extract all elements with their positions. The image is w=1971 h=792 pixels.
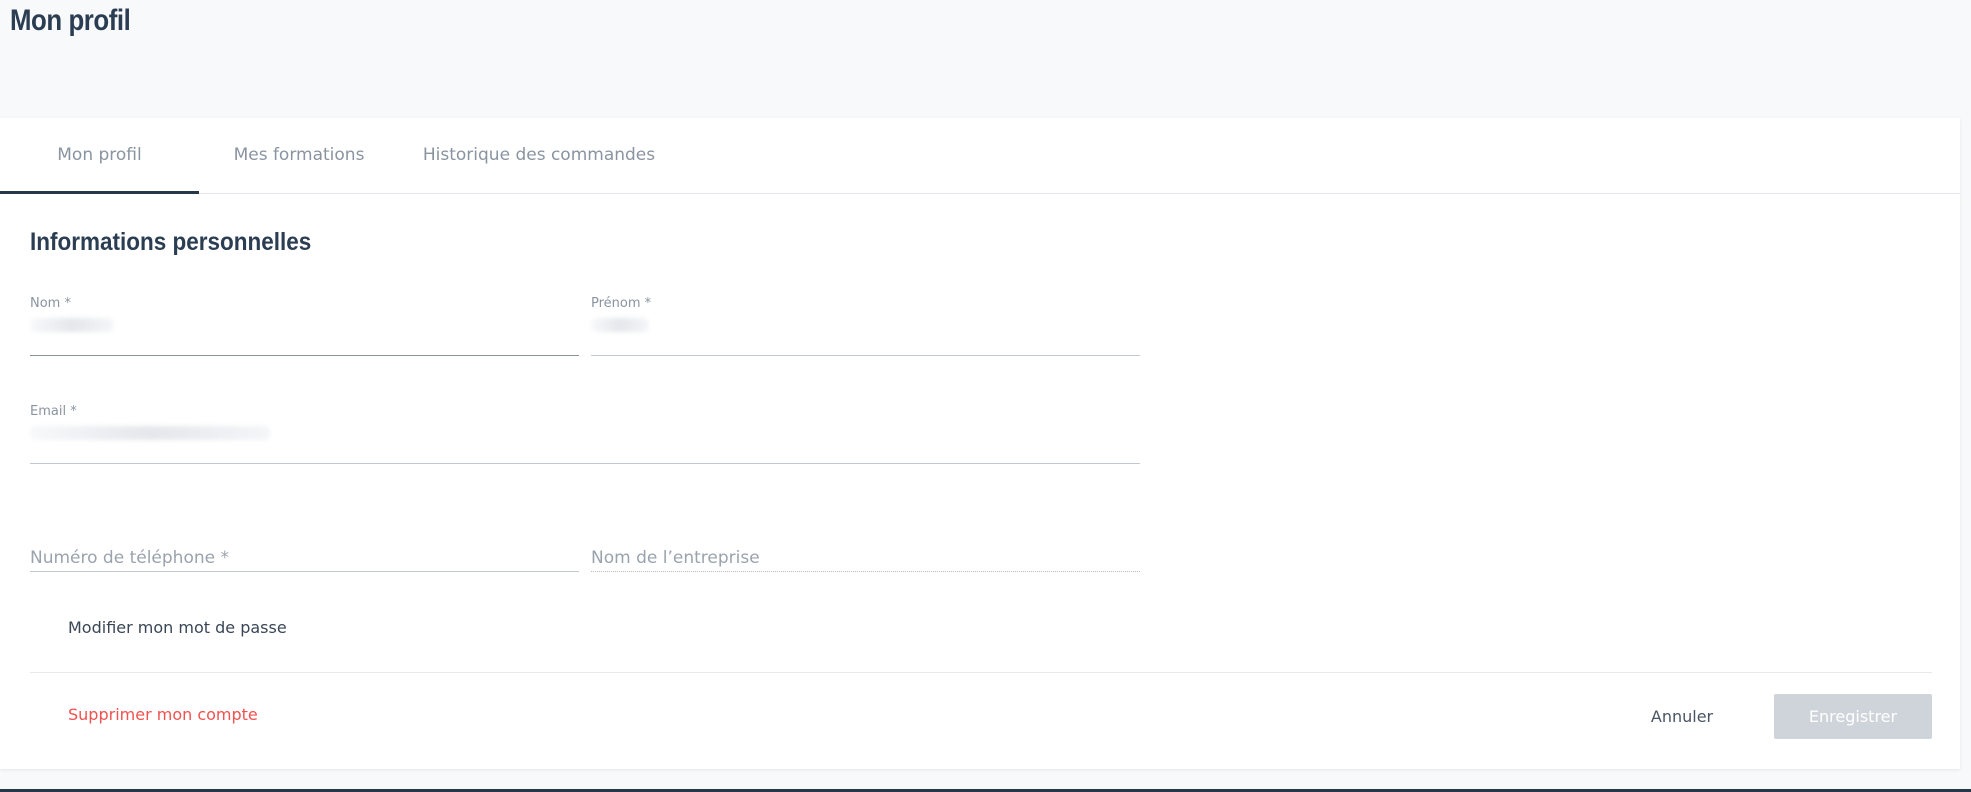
entreprise-underline — [591, 571, 1140, 572]
section-title: Informations personnelles — [30, 228, 312, 256]
save-button[interactable]: Enregistrer — [1774, 694, 1932, 739]
prenom-value-redacted — [591, 318, 649, 332]
email-field[interactable]: Email * — [30, 404, 1140, 464]
nom-underline — [30, 355, 579, 356]
profile-page: Mon profil Mon profil Mes formations His… — [0, 0, 1971, 792]
email-label: Email * — [30, 404, 77, 419]
delete-account-link[interactable]: Supprimer mon compte — [68, 705, 258, 724]
prenom-underline — [591, 355, 1140, 356]
page-title: Mon profil — [10, 4, 131, 37]
telephone-underline — [30, 571, 579, 572]
telephone-placeholder: Numéro de téléphone * — [30, 548, 229, 568]
telephone-field[interactable]: Numéro de téléphone * — [30, 528, 579, 572]
change-password-link[interactable]: Modifier mon mot de passe — [68, 618, 287, 637]
tab-bar: Mon profil Mes formations Historique des… — [0, 118, 1960, 194]
email-underline — [30, 463, 1140, 464]
email-value-redacted — [30, 426, 270, 440]
prenom-field[interactable]: Prénom * — [591, 296, 1140, 356]
tab-historique-commandes[interactable]: Historique des commandes — [414, 118, 664, 193]
entreprise-field[interactable]: Nom de l’entreprise — [591, 528, 1140, 572]
entreprise-placeholder: Nom de l’entreprise — [591, 548, 760, 568]
footer-divider — [30, 672, 1932, 673]
nom-field[interactable]: Nom * — [30, 296, 579, 356]
tab-mes-formations[interactable]: Mes formations — [219, 118, 379, 193]
nom-label: Nom * — [30, 296, 71, 311]
cancel-button[interactable]: Annuler — [1630, 694, 1734, 738]
nom-value-redacted — [30, 318, 114, 332]
prenom-label: Prénom * — [591, 296, 652, 311]
profile-card: Mon profil Mes formations Historique des… — [0, 118, 1960, 769]
tab-mon-profil[interactable]: Mon profil — [0, 118, 199, 194]
